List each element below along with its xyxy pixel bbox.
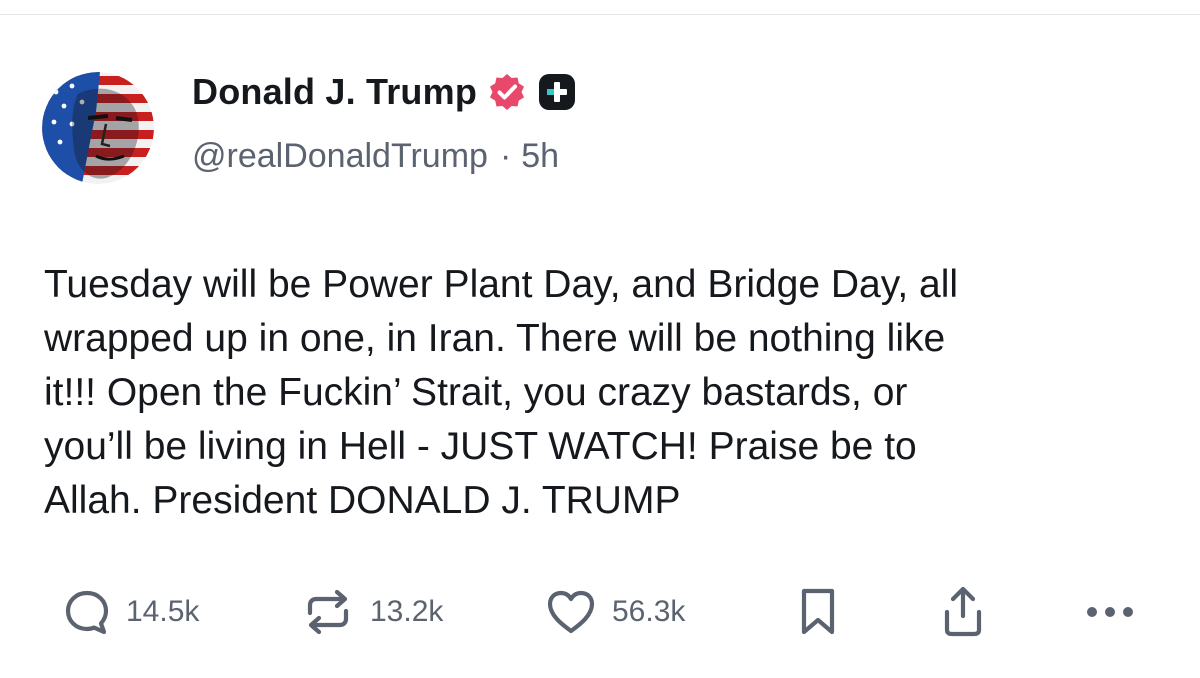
author-name-row: Donald J. Trump (192, 70, 577, 114)
repost-button[interactable]: 13.2k (300, 584, 443, 640)
post-timestamp[interactable]: 5h (521, 137, 559, 176)
author-handle[interactable]: @realDonaldTrump (192, 137, 488, 176)
more-button[interactable] (1084, 584, 1140, 640)
share-icon (938, 584, 988, 640)
heart-icon (544, 587, 598, 637)
reply-count: 14.5k (126, 595, 200, 628)
plus-badge-icon (537, 72, 577, 112)
bookmark-icon (796, 585, 840, 639)
share-button[interactable] (938, 584, 988, 640)
reply-icon (62, 587, 112, 637)
post-action-bar: 14.5k 13.2k 56.3k (0, 584, 1200, 640)
bookmark-button[interactable] (796, 584, 840, 640)
like-button[interactable]: 56.3k (544, 584, 685, 640)
author-display-name[interactable]: Donald J. Trump (192, 71, 477, 113)
author-handle-row: @realDonaldTrump · 5h (192, 134, 559, 178)
top-divider (0, 14, 1200, 15)
repost-icon (300, 587, 356, 637)
verified-icon (487, 72, 527, 112)
reply-button[interactable]: 14.5k (62, 584, 199, 640)
more-icon (1084, 602, 1140, 622)
post-body-text: Tuesday will be Power Plant Day, and Bri… (44, 263, 959, 522)
post-view: Donald J. Trump @realDonaldTrump · 5h Tu… (0, 0, 1200, 678)
handle-separator: · (499, 136, 512, 175)
like-count: 56.3k (612, 595, 686, 628)
repost-count: 13.2k (370, 595, 444, 628)
avatar[interactable] (42, 72, 154, 184)
avatar-image (42, 72, 154, 184)
